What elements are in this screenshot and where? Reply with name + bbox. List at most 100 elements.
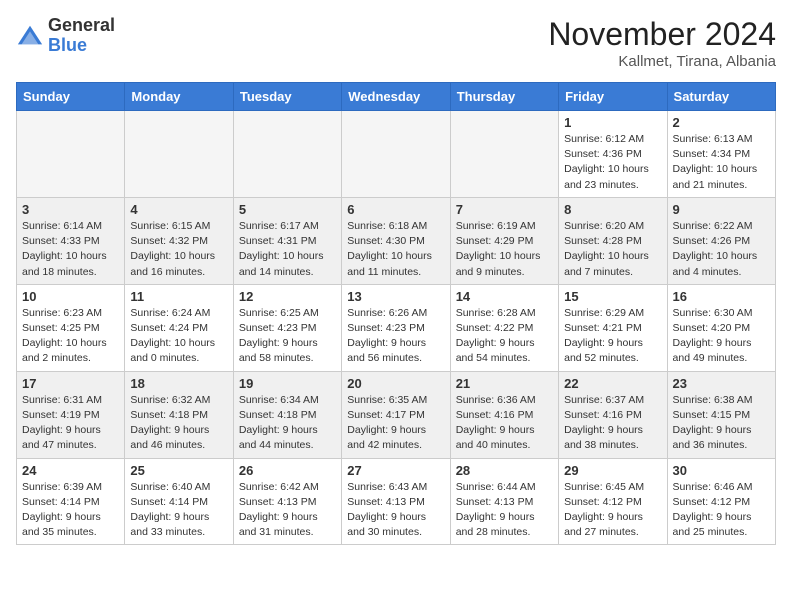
calendar-week-row: 3Sunrise: 6:14 AM Sunset: 4:33 PM Daylig… xyxy=(17,197,776,284)
weekday-header: Sunday xyxy=(17,83,125,111)
day-number: 8 xyxy=(564,202,661,217)
calendar-day-cell: 6Sunrise: 6:18 AM Sunset: 4:30 PM Daylig… xyxy=(342,197,450,284)
day-info: Sunrise: 6:29 AM Sunset: 4:21 PM Dayligh… xyxy=(564,306,661,367)
day-number: 23 xyxy=(673,376,770,391)
day-info: Sunrise: 6:34 AM Sunset: 4:18 PM Dayligh… xyxy=(239,393,336,454)
day-number: 25 xyxy=(130,463,227,478)
calendar-day-cell: 29 Sunrise: 6:45 AM Sunset: 4:12 PM Dayli… xyxy=(559,458,667,545)
weekday-header-row: SundayMondayTuesdayWednesdayThursdayFrid… xyxy=(17,83,776,111)
day-number: 28 xyxy=(456,463,553,478)
day-number: 4 xyxy=(130,202,227,217)
day-number: 2 xyxy=(673,115,770,130)
day-number: 21 xyxy=(456,376,553,391)
calendar-day-cell: 14 Sunrise: 6:28 AM Sunset: 4:22 PM Dayli… xyxy=(450,284,558,371)
day-number: 1 xyxy=(564,115,661,130)
calendar-day-cell xyxy=(450,111,558,198)
day-number: 27 xyxy=(347,463,444,478)
calendar-day-cell: 25Sunrise: 6:40 AM Sunset: 4:14 PM Dayli… xyxy=(125,458,233,545)
day-number: 14 xyxy=(456,289,553,304)
day-info: Sunrise: 6:45 AM Sunset: 4:12 PM Dayligh… xyxy=(564,480,661,541)
calendar-day-cell: 9 Sunrise: 6:22 AM Sunset: 4:26 PM Daylig… xyxy=(667,197,775,284)
day-number: 22 xyxy=(564,376,661,391)
weekday-header: Tuesday xyxy=(233,83,341,111)
day-info: Sunrise: 6:42 AM Sunset: 4:13 PM Dayligh… xyxy=(239,480,336,541)
day-info: Sunrise: 6:15 AM Sunset: 4:32 PM Dayligh… xyxy=(130,219,227,280)
calendar-day-cell: 18Sunrise: 6:32 AM Sunset: 4:18 PM Dayli… xyxy=(125,371,233,458)
day-number: 9 xyxy=(673,202,770,217)
day-info: Sunrise: 6:23 AM Sunset: 4:25 PM Dayligh… xyxy=(22,306,119,367)
day-number: 3 xyxy=(22,202,119,217)
day-number: 16 xyxy=(673,289,770,304)
day-info: Sunrise: 6:46 AM Sunset: 4:12 PM Dayligh… xyxy=(673,480,770,541)
day-number: 15 xyxy=(564,289,661,304)
calendar-day-cell: 12 Sunrise: 6:25 AM Sunset: 4:23 PM Dayli… xyxy=(233,284,341,371)
day-number: 17 xyxy=(22,376,119,391)
calendar-week-row: 24 Sunrise: 6:39 AM Sunset: 4:14 PM Dayli… xyxy=(17,458,776,545)
day-number: 7 xyxy=(456,202,553,217)
day-info: Sunrise: 6:24 AM Sunset: 4:24 PM Dayligh… xyxy=(130,306,227,367)
day-number: 13 xyxy=(347,289,444,304)
calendar-day-cell: 30 Sunrise: 6:46 AM Sunset: 4:12 PM Dayli… xyxy=(667,458,775,545)
day-info: Sunrise: 6:38 AM Sunset: 4:15 PM Dayligh… xyxy=(673,393,770,454)
day-info: Sunrise: 6:31 AM Sunset: 4:19 PM Dayligh… xyxy=(22,393,119,454)
day-number: 10 xyxy=(22,289,119,304)
calendar-day-cell: 8 Sunrise: 6:20 AM Sunset: 4:28 PM Daylig… xyxy=(559,197,667,284)
calendar-day-cell: 17 Sunrise: 6:31 AM Sunset: 4:19 PM Dayli… xyxy=(17,371,125,458)
calendar-day-cell xyxy=(342,111,450,198)
day-info: Sunrise: 6:17 AM Sunset: 4:31 PM Dayligh… xyxy=(239,219,336,280)
calendar-week-row: 17 Sunrise: 6:31 AM Sunset: 4:19 PM Dayli… xyxy=(17,371,776,458)
day-info: Sunrise: 6:36 AM Sunset: 4:16 PM Dayligh… xyxy=(456,393,553,454)
day-number: 24 xyxy=(22,463,119,478)
logo-blue-text: Blue xyxy=(48,36,115,56)
day-number: 29 xyxy=(564,463,661,478)
calendar-day-cell: 3Sunrise: 6:14 AM Sunset: 4:33 PM Daylig… xyxy=(17,197,125,284)
calendar-day-cell: 23 Sunrise: 6:38 AM Sunset: 4:15 PM Dayli… xyxy=(667,371,775,458)
day-info: Sunrise: 6:35 AM Sunset: 4:17 PM Dayligh… xyxy=(347,393,444,454)
day-number: 20 xyxy=(347,376,444,391)
calendar-day-cell: 4 Sunrise: 6:15 AM Sunset: 4:32 PM Daylig… xyxy=(125,197,233,284)
calendar-day-cell: 20 Sunrise: 6:35 AM Sunset: 4:17 PM Dayli… xyxy=(342,371,450,458)
calendar-table: SundayMondayTuesdayWednesdayThursdayFrid… xyxy=(16,82,776,545)
calendar-day-cell: 27 Sunrise: 6:43 AM Sunset: 4:13 PM Dayli… xyxy=(342,458,450,545)
calendar-day-cell: 16Sunrise: 6:30 AM Sunset: 4:20 PM Dayli… xyxy=(667,284,775,371)
day-info: Sunrise: 6:25 AM Sunset: 4:23 PM Dayligh… xyxy=(239,306,336,367)
calendar-day-cell: 24 Sunrise: 6:39 AM Sunset: 4:14 PM Dayli… xyxy=(17,458,125,545)
weekday-header: Friday xyxy=(559,83,667,111)
day-number: 6 xyxy=(347,202,444,217)
day-info: Sunrise: 6:44 AM Sunset: 4:13 PM Dayligh… xyxy=(456,480,553,541)
day-info: Sunrise: 6:12 AM Sunset: 4:36 PM Dayligh… xyxy=(564,132,661,193)
calendar-week-row: 10 Sunrise: 6:23 AM Sunset: 4:25 PM Dayli… xyxy=(17,284,776,371)
calendar-day-cell: 11 Sunrise: 6:24 AM Sunset: 4:24 PM Dayli… xyxy=(125,284,233,371)
day-info: Sunrise: 6:43 AM Sunset: 4:13 PM Dayligh… xyxy=(347,480,444,541)
calendar-day-cell xyxy=(233,111,341,198)
calendar-day-cell: 26Sunrise: 6:42 AM Sunset: 4:13 PM Dayli… xyxy=(233,458,341,545)
day-info: Sunrise: 6:26 AM Sunset: 4:23 PM Dayligh… xyxy=(347,306,444,367)
day-info: Sunrise: 6:28 AM Sunset: 4:22 PM Dayligh… xyxy=(456,306,553,367)
day-number: 19 xyxy=(239,376,336,391)
month-title: November 2024 xyxy=(548,16,776,53)
day-info: Sunrise: 6:19 AM Sunset: 4:29 PM Dayligh… xyxy=(456,219,553,280)
logo: General Blue xyxy=(16,16,115,56)
calendar-day-cell: 28 Sunrise: 6:44 AM Sunset: 4:13 PM Dayli… xyxy=(450,458,558,545)
day-info: Sunrise: 6:32 AM Sunset: 4:18 PM Dayligh… xyxy=(130,393,227,454)
logo-general-text: General xyxy=(48,16,115,36)
calendar-day-cell: 22 Sunrise: 6:37 AM Sunset: 4:16 PM Dayli… xyxy=(559,371,667,458)
day-info: Sunrise: 6:20 AM Sunset: 4:28 PM Dayligh… xyxy=(564,219,661,280)
day-number: 11 xyxy=(130,289,227,304)
title-block: November 2024 Kallmet, Tirana, Albania xyxy=(548,16,776,70)
weekday-header: Monday xyxy=(125,83,233,111)
day-number: 30 xyxy=(673,463,770,478)
calendar-day-cell: 2 Sunrise: 6:13 AM Sunset: 4:34 PM Daylig… xyxy=(667,111,775,198)
day-info: Sunrise: 6:37 AM Sunset: 4:16 PM Dayligh… xyxy=(564,393,661,454)
weekday-header: Wednesday xyxy=(342,83,450,111)
day-info: Sunrise: 6:22 AM Sunset: 4:26 PM Dayligh… xyxy=(673,219,770,280)
day-number: 12 xyxy=(239,289,336,304)
calendar-day-cell: 19 Sunrise: 6:34 AM Sunset: 4:18 PM Dayli… xyxy=(233,371,341,458)
calendar-week-row: 1 Sunrise: 6:12 AM Sunset: 4:36 PM Daylig… xyxy=(17,111,776,198)
page-header: General Blue November 2024 Kallmet, Tira… xyxy=(16,16,776,70)
day-info: Sunrise: 6:13 AM Sunset: 4:34 PM Dayligh… xyxy=(673,132,770,193)
calendar-day-cell: 1 Sunrise: 6:12 AM Sunset: 4:36 PM Daylig… xyxy=(559,111,667,198)
calendar-day-cell: 10 Sunrise: 6:23 AM Sunset: 4:25 PM Dayli… xyxy=(17,284,125,371)
calendar-day-cell xyxy=(17,111,125,198)
day-info: Sunrise: 6:39 AM Sunset: 4:14 PM Dayligh… xyxy=(22,480,119,541)
